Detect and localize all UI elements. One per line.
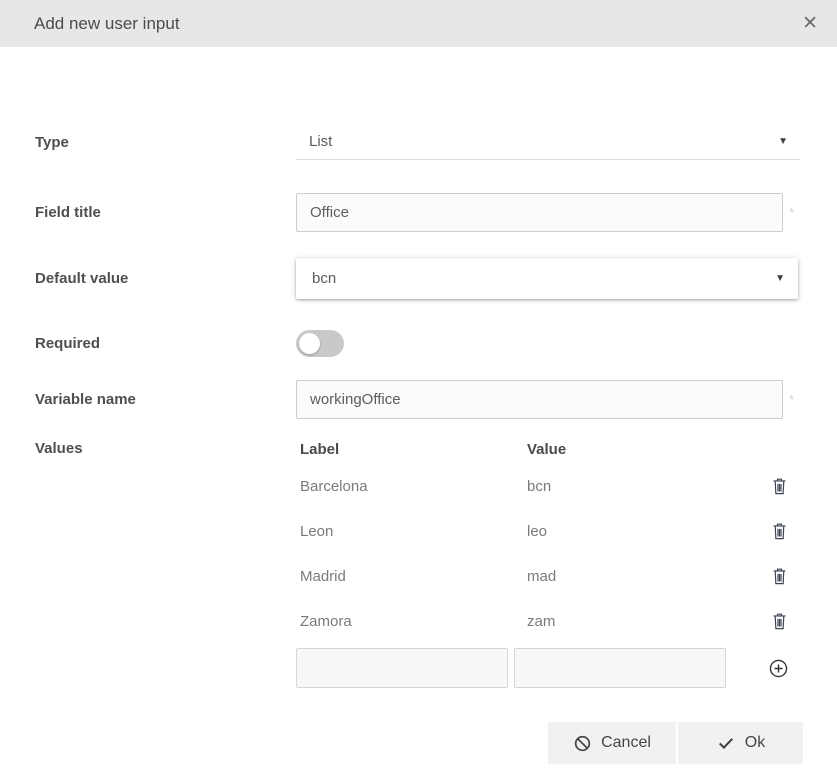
table-row: Madrid mad	[296, 554, 801, 599]
new-label-input[interactable]	[296, 648, 508, 688]
field-title-row: Field title *	[35, 193, 837, 232]
trash-icon	[770, 476, 789, 497]
required-row: Required	[35, 330, 837, 357]
dialog-footer: Cancel Ok	[0, 722, 837, 764]
add-user-input-dialog: Add new user input ✕ Type List ▼ Field t…	[0, 0, 837, 779]
plus-circle-icon	[768, 658, 789, 679]
new-entry-row	[296, 648, 801, 688]
delete-row-button[interactable]	[770, 611, 789, 632]
trash-icon	[770, 611, 789, 632]
cancel-button[interactable]: Cancel	[548, 722, 676, 764]
cancel-button-label: Cancel	[601, 734, 651, 752]
type-selected-value: List	[309, 133, 332, 150]
trash-icon	[770, 566, 789, 587]
required-marker: *	[789, 392, 794, 407]
variable-name-input[interactable]	[296, 380, 783, 419]
default-value-select[interactable]: bcn ▼	[296, 258, 798, 299]
type-select[interactable]: List ▼	[296, 124, 800, 160]
chevron-down-icon: ▼	[775, 273, 785, 284]
values-table-header: Label Value	[296, 440, 801, 458]
chevron-down-icon: ▼	[778, 136, 788, 147]
delete-row-button[interactable]	[770, 521, 789, 542]
field-title-label: Field title	[35, 204, 296, 221]
check-icon	[716, 733, 736, 753]
type-row: Type List ▼	[35, 124, 837, 160]
required-marker: *	[789, 205, 794, 220]
delete-row-button[interactable]	[770, 476, 789, 497]
table-row: Zamora zam	[296, 599, 801, 644]
values-table: Label Value Barcelona bcn	[296, 440, 801, 688]
delete-row-button[interactable]	[770, 566, 789, 587]
dialog-title: Add new user input	[34, 14, 180, 34]
field-title-input[interactable]	[296, 193, 783, 232]
default-value-selected: bcn	[312, 270, 336, 287]
ok-button[interactable]: Ok	[678, 722, 803, 764]
type-label: Type	[35, 134, 296, 151]
row-label: Madrid	[296, 568, 514, 585]
values-section: Values Label Value Barcelona bcn	[35, 440, 837, 688]
row-value: zam	[514, 613, 726, 630]
trash-icon	[770, 521, 789, 542]
table-row: Barcelona bcn	[296, 464, 801, 509]
block-icon	[573, 734, 592, 753]
row-label: Leon	[296, 523, 514, 540]
new-value-input[interactable]	[514, 648, 726, 688]
table-row: Leon leo	[296, 509, 801, 554]
required-label: Required	[35, 335, 296, 352]
required-toggle[interactable]	[296, 330, 344, 357]
column-header-label: Label	[296, 441, 514, 458]
row-label: Barcelona	[296, 478, 514, 495]
add-row-button[interactable]	[768, 658, 789, 679]
default-value-row: Default value bcn ▼	[35, 258, 837, 299]
row-value: leo	[514, 523, 726, 540]
values-rows: Barcelona bcn Leon leo	[296, 464, 801, 644]
row-value: bcn	[514, 478, 726, 495]
variable-name-row: Variable name *	[35, 380, 837, 419]
toggle-knob	[299, 333, 320, 354]
values-label: Values	[35, 440, 296, 457]
variable-name-label: Variable name	[35, 391, 296, 408]
close-icon[interactable]: ✕	[798, 12, 822, 35]
column-header-value: Value	[514, 441, 726, 458]
default-value-label: Default value	[35, 270, 296, 287]
ok-button-label: Ok	[745, 734, 765, 752]
row-label: Zamora	[296, 613, 514, 630]
dialog-header: Add new user input ✕	[0, 0, 837, 47]
row-value: mad	[514, 568, 726, 585]
